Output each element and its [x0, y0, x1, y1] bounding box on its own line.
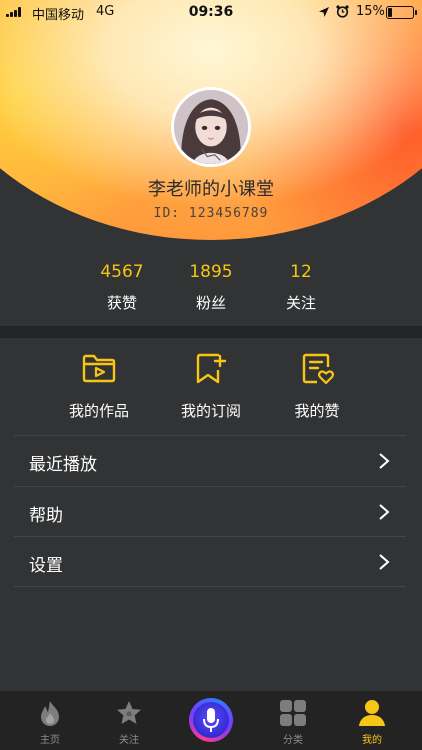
profile-name: 李老师的小课堂	[148, 179, 274, 200]
user-icon	[359, 700, 385, 726]
my-subscriptions-button[interactable]: 我的订阅	[156, 350, 266, 421]
avatar-portrait-image	[174, 90, 248, 164]
menu-item-recently-played[interactable]: 最近播放	[14, 435, 406, 486]
my-subscriptions-label: 我的订阅	[180, 402, 241, 420]
menu-item-settings[interactable]: 设置	[14, 536, 406, 587]
grid-icon	[280, 700, 306, 726]
tab-categories-label: 分类	[283, 735, 303, 746]
tab-follow[interactable]: 关注	[87, 691, 171, 750]
bookmark-plus-icon	[196, 353, 227, 384]
battery-icon	[386, 6, 417, 19]
tab-follow-label: 关注	[119, 735, 139, 746]
status-bar: 中国移动 4G 09:36 15%	[0, 0, 422, 24]
stat-fans[interactable]: 1895 粉丝	[171, 262, 251, 313]
chevron-right-icon	[379, 503, 390, 520]
stat-following-label: 关注	[285, 294, 316, 312]
menu-item-label: 帮助	[29, 505, 63, 526]
menu-item-help[interactable]: 帮助	[14, 485, 406, 537]
folder-play-icon	[82, 354, 116, 383]
stat-following[interactable]: 12 关注	[261, 262, 341, 313]
stat-fans-value: 1895	[189, 262, 233, 282]
tab-mine[interactable]: 我的	[330, 691, 414, 750]
microphone-icon	[203, 708, 219, 732]
my-works-label: 我的作品	[68, 402, 129, 420]
note-heart-icon	[302, 353, 334, 385]
stat-fans-label: 粉丝	[195, 294, 226, 312]
flame-icon	[41, 701, 59, 726]
my-works-button[interactable]: 我的作品	[44, 350, 154, 421]
stat-following-value: 12	[290, 262, 312, 282]
tab-home-label: 主页	[40, 735, 60, 746]
profile-id: ID: 123456789	[153, 206, 269, 221]
voice-record-button[interactable]	[189, 698, 233, 742]
alarm-clock-icon	[336, 5, 349, 18]
profile-header: 中国移动 4G 09:36 15% 李老师的小课堂 ID: 123456789	[0, 0, 422, 244]
star-icon	[117, 701, 141, 724]
battery-percent: 15%	[356, 4, 385, 19]
tab-home[interactable]: 主页	[8, 691, 92, 750]
stat-likes-label: 获赞	[106, 294, 137, 312]
quick-actions: 我的作品 我的订阅 我的赞	[0, 350, 422, 434]
section-divider	[0, 326, 422, 338]
stat-likes-value: 4567	[100, 262, 144, 282]
my-likes-button[interactable]: 我的赞	[262, 350, 372, 421]
menu-item-label: 最近播放	[29, 455, 97, 475]
profile-stats: 4567 获赞 1895 粉丝 12 关注	[0, 262, 422, 322]
chevron-right-icon	[379, 453, 390, 469]
menu-item-label: 设置	[29, 556, 63, 576]
tab-categories[interactable]: 分类	[251, 691, 335, 750]
chevron-right-icon	[379, 554, 390, 570]
settings-menu: 最近播放 帮助 设置	[14, 435, 406, 587]
tab-mine-label: 我的	[362, 735, 382, 746]
stat-likes[interactable]: 4567 获赞	[82, 262, 162, 313]
avatar[interactable]	[171, 87, 251, 167]
location-arrow-icon	[319, 7, 329, 17]
my-likes-label: 我的赞	[294, 402, 340, 420]
